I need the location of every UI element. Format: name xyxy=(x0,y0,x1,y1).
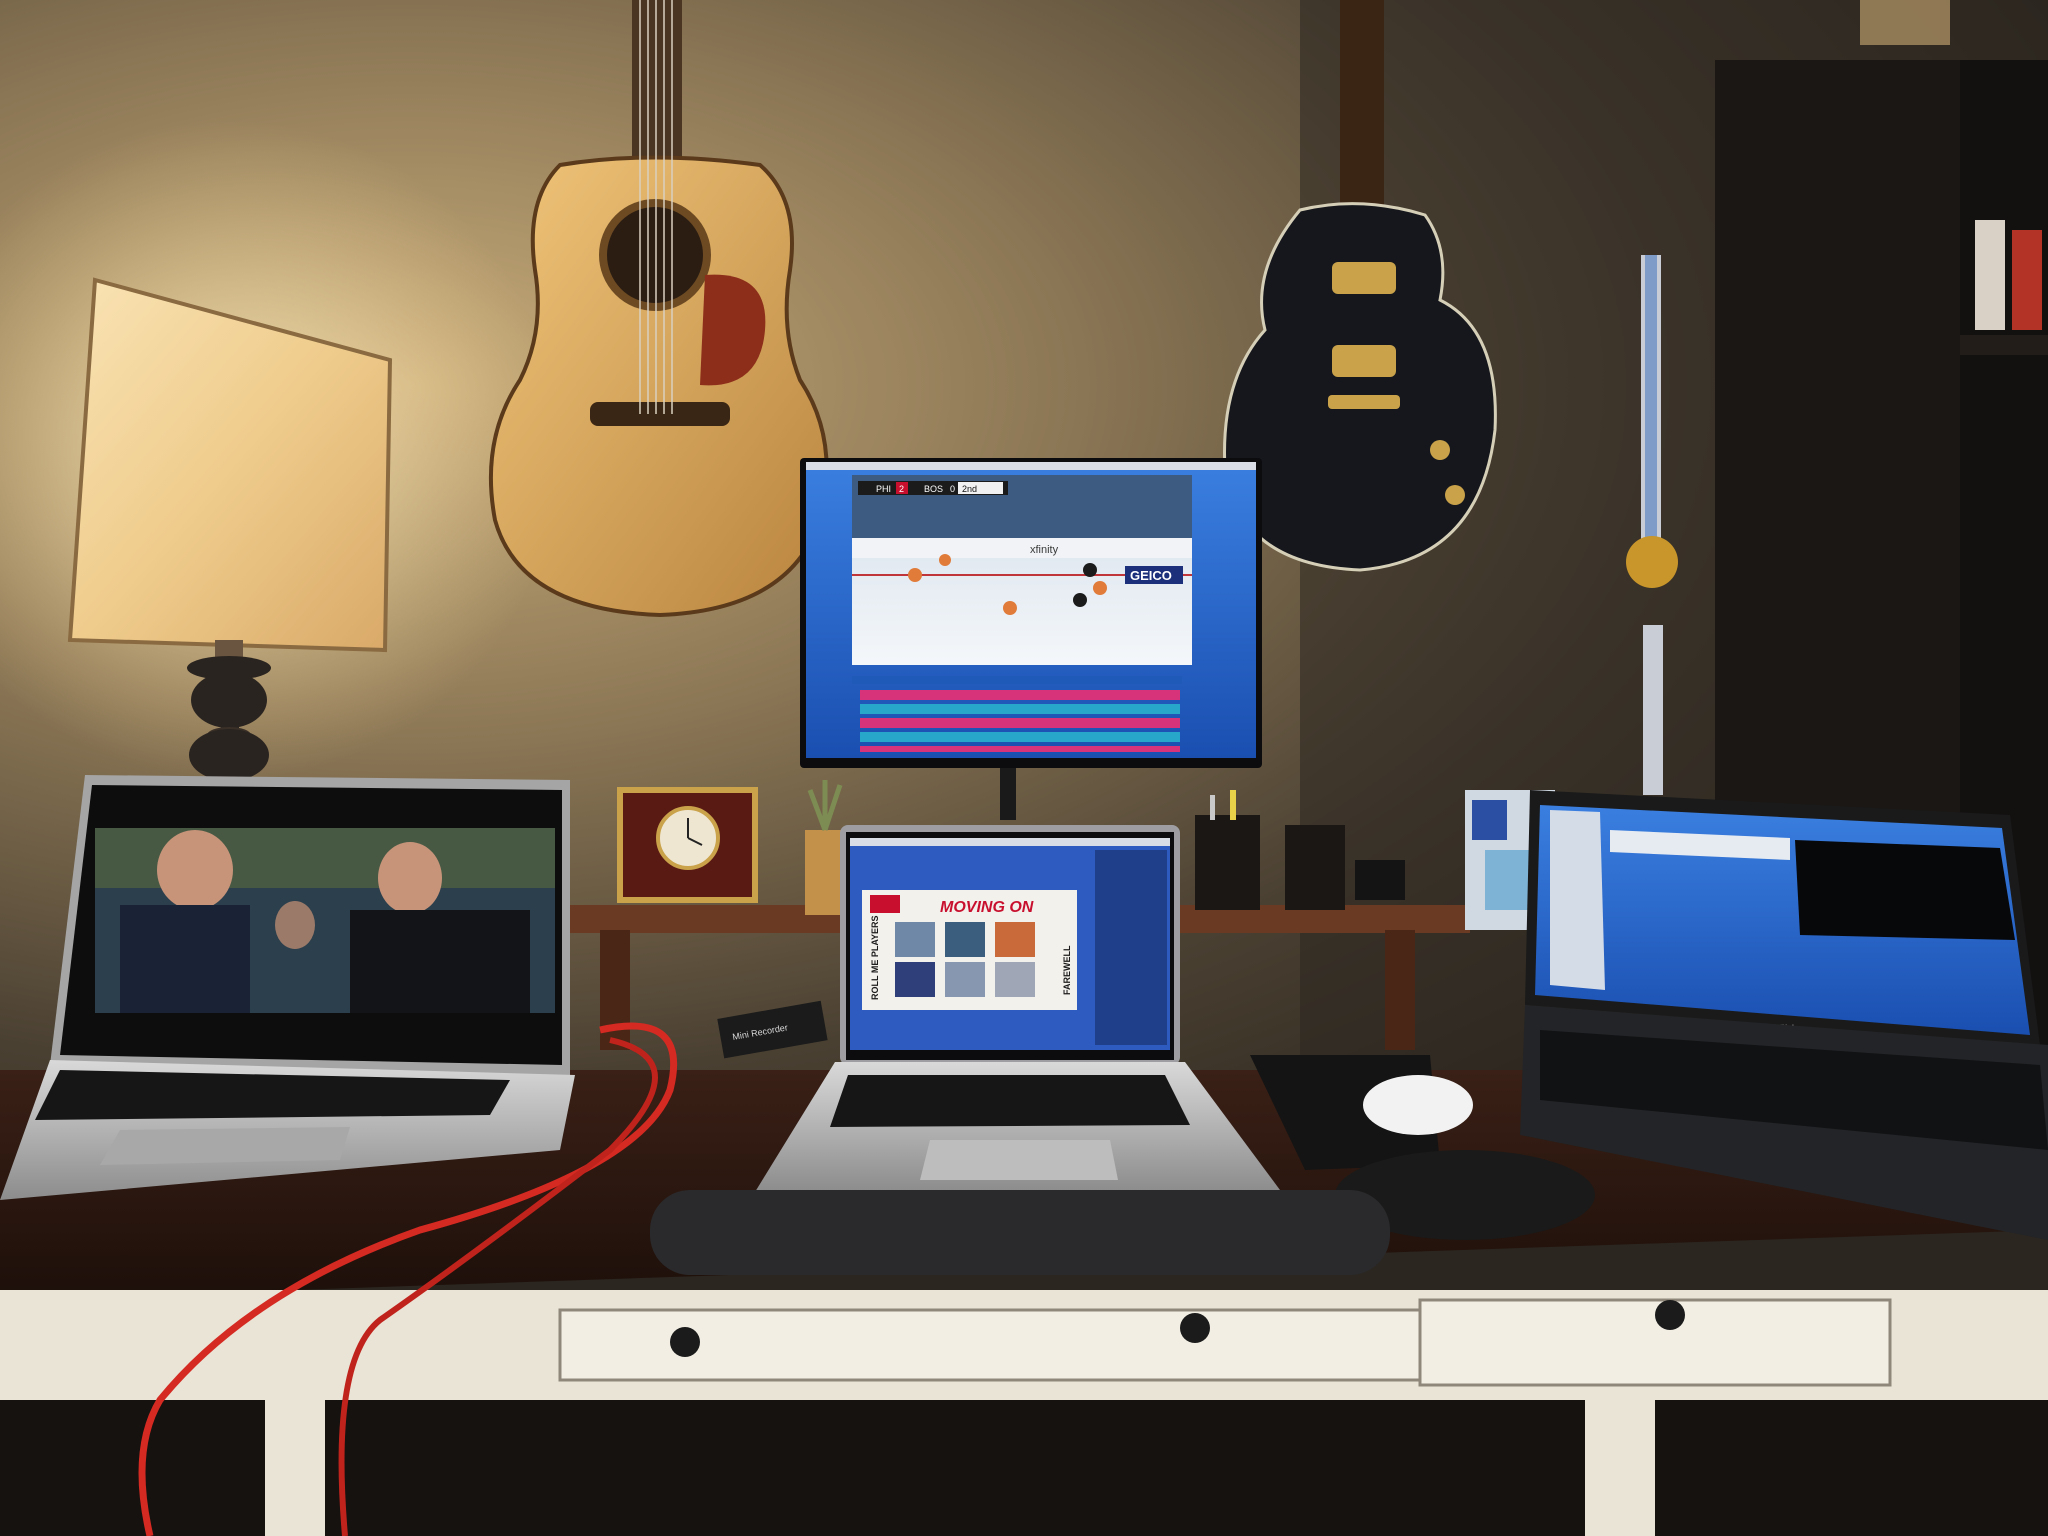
svg-text:2: 2 xyxy=(899,484,904,494)
desk-setup-photo: xfinity GEICO PHI 2 BOS 0 2nd MOVING ON … xyxy=(0,0,2048,1536)
ad-board-xfinity: xfinity xyxy=(1030,544,1059,556)
svg-text:2nd: 2nd xyxy=(962,484,977,494)
poster-artwork: MOVING ON ROLL ME PLAYERS FAREWELL xyxy=(862,890,1077,1010)
magic-mouse xyxy=(1363,1075,1473,1135)
ad-board-geico: GEICO xyxy=(1130,568,1172,583)
poster-title: MOVING ON xyxy=(940,899,1034,916)
svg-text:BOS: BOS xyxy=(924,484,943,494)
scoreboard: PHI 2 BOS 0 2nd xyxy=(858,481,1008,495)
svg-text:0: 0 xyxy=(950,484,955,494)
desk-clock xyxy=(617,787,758,903)
svg-text:PHI: PHI xyxy=(876,484,891,494)
poster-right-text: FAREWELL xyxy=(1062,945,1072,995)
wrist-rest xyxy=(650,1190,1390,1275)
external-monitor: xfinity GEICO PHI 2 BOS 0 2nd xyxy=(800,458,1262,820)
left-laptop xyxy=(0,775,575,1200)
poster-left-text: ROLL ME PLAYERS xyxy=(870,915,880,1000)
